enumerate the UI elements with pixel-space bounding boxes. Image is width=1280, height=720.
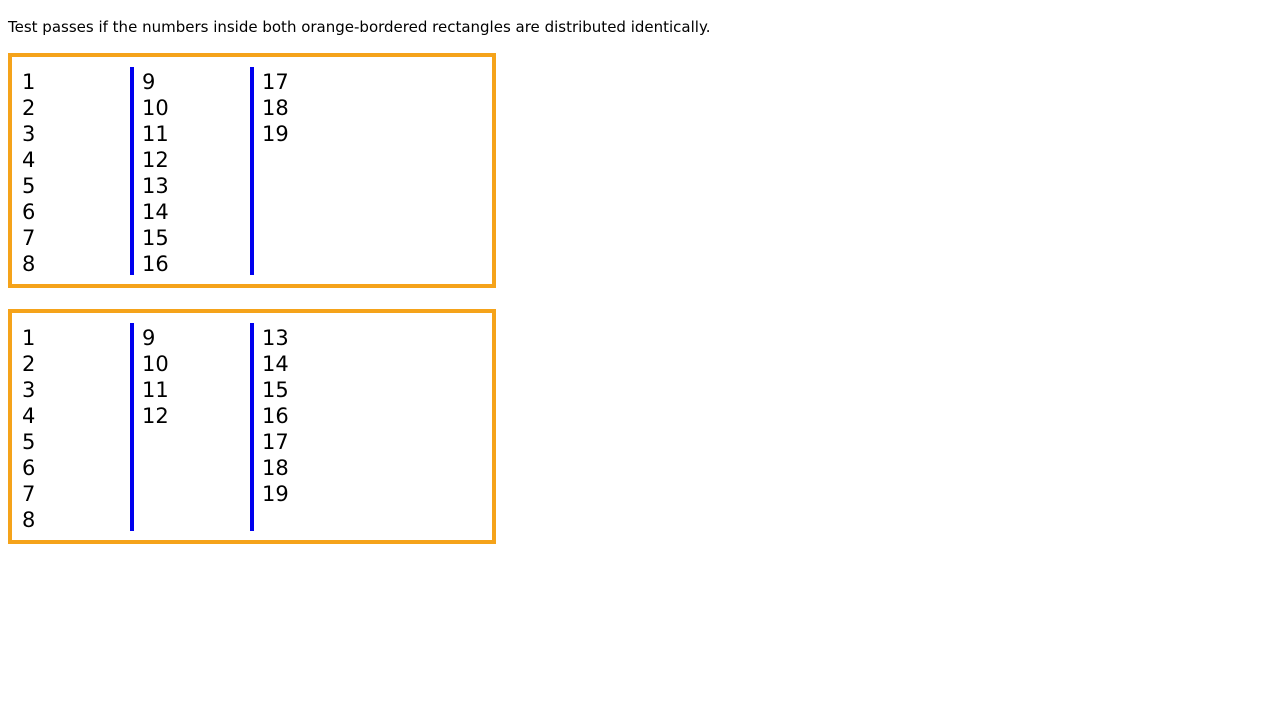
number-item: 15 <box>142 226 169 250</box>
test-instruction: Test passes if the numbers inside both o… <box>8 17 710 37</box>
number-item: 8 <box>22 508 36 532</box>
instruction-suffix: . <box>705 18 711 36</box>
column-3: 13 14 15 16 17 18 19 <box>262 325 372 507</box>
number-item: 2 <box>22 352 36 376</box>
number-item: 12 <box>142 148 169 172</box>
number-item: 9 <box>142 70 156 94</box>
number-item: 5 <box>22 174 36 198</box>
number-item: 17 <box>262 430 289 454</box>
column-1: 12345678 <box>22 69 132 277</box>
number-item: 10 <box>142 96 169 120</box>
number-item: 18 <box>262 456 289 480</box>
number-item: 2 <box>22 96 36 120</box>
number-item: 12 <box>142 404 169 428</box>
number-item: 1 <box>22 70 36 94</box>
orange-bordered-rectangle-1: 12345678 9 10 11 12 13 14 15 16 17 18 19 <box>8 53 496 288</box>
number-item: 5 <box>22 430 36 454</box>
number-item: 6 <box>22 456 36 480</box>
column-1: 12345678 <box>22 325 132 533</box>
number-item: 11 <box>142 378 169 402</box>
number-item: 13 <box>142 174 169 198</box>
number-item: 7 <box>22 482 36 506</box>
number-item: 18 <box>262 96 289 120</box>
number-item: 16 <box>262 404 289 428</box>
number-item: 3 <box>22 378 36 402</box>
number-item: 6 <box>22 200 36 224</box>
number-item: 10 <box>142 352 169 376</box>
number-item: 14 <box>262 352 289 376</box>
column-2: 9 10 11 12 13 14 15 16 <box>142 69 252 277</box>
column-2: 9 10 11 12 <box>142 325 252 429</box>
number-item: 4 <box>22 404 36 428</box>
number-item: 19 <box>262 482 289 506</box>
orange-bordered-rectangle-2: 12345678 9 10 11 12 13 14 15 16 17 18 19 <box>8 309 496 544</box>
number-item: 17 <box>262 70 289 94</box>
number-item: 9 <box>142 326 156 350</box>
number-item: 15 <box>262 378 289 402</box>
number-item: 4 <box>22 148 36 172</box>
instruction-prefix: Test passes if the numbers inside both o… <box>8 18 545 36</box>
number-item: 3 <box>22 122 36 146</box>
number-item: 14 <box>142 200 169 224</box>
number-item: 19 <box>262 122 289 146</box>
number-item: 11 <box>142 122 169 146</box>
column-3: 17 18 19 <box>262 69 372 147</box>
instruction-emphasis: distributed identically <box>544 18 706 36</box>
number-item: 8 <box>22 252 36 276</box>
number-item: 1 <box>22 326 36 350</box>
number-item: 13 <box>262 326 289 350</box>
number-item: 7 <box>22 226 36 250</box>
number-item: 16 <box>142 252 169 276</box>
